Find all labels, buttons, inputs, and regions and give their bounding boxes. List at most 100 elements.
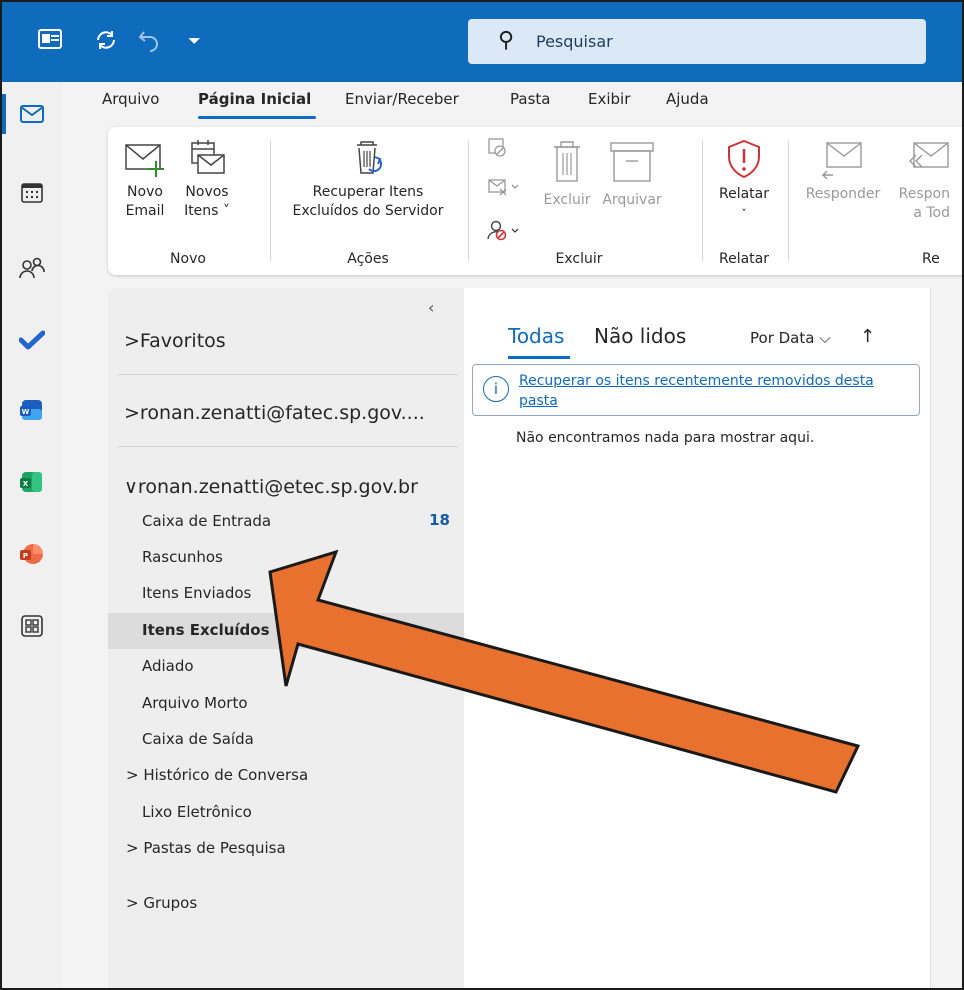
favorites-node[interactable]: >Favoritos (124, 330, 226, 352)
clean-up-button[interactable] (484, 177, 524, 205)
new-items-icon (191, 140, 225, 174)
folder-label: > Histórico de Conversa (126, 766, 308, 784)
tab-pasta[interactable]: Pasta (510, 90, 550, 108)
chevron-right-icon: > (126, 894, 144, 912)
folder-itens-excluidos[interactable]: Itens Excluídos (108, 613, 464, 649)
new-items-label-2: Itens ˅ (184, 203, 230, 219)
apps-icon (21, 615, 43, 637)
calendar-nav[interactable] (2, 172, 62, 212)
excel-icon: X (20, 472, 42, 492)
folder-label: Itens Excluídos (142, 621, 270, 639)
active-tab-underline (198, 116, 316, 119)
excel-nav[interactable]: X (2, 462, 62, 502)
folder-label: Arquivo Morto (142, 694, 248, 712)
account-fatec-node[interactable]: >ronan.zenatti@fatec.sp.gov.... (124, 402, 425, 424)
apps-nav[interactable] (2, 606, 62, 646)
block-sender-button[interactable] (484, 219, 524, 247)
folder-caixa-de-entrada[interactable]: Caixa de Entrada 18 (108, 504, 464, 540)
group-novo-label: Novo (170, 251, 206, 267)
chevron-right-icon: > (124, 402, 140, 424)
sort-by-date-button[interactable]: Por Data ⌵ (750, 329, 831, 347)
recover-icon (357, 141, 383, 174)
report-shield-icon (728, 139, 760, 179)
delete-label: Excluir (543, 192, 591, 208)
title-bar: ⏷ ⚲ Pesquisar (2, 2, 962, 82)
tab-exibir[interactable]: Exibir (588, 90, 630, 108)
new-email-label-2: Email (125, 203, 165, 219)
ignore-icon (488, 138, 506, 157)
sort-direction-icon[interactable]: ↑ (860, 326, 875, 347)
search-input[interactable]: Pesquisar (536, 32, 613, 51)
folder-caixa-de-saida[interactable]: Caixa de Saída (108, 722, 464, 758)
new-email-label-1: Novo (127, 184, 163, 200)
customize-icon[interactable]: ⏷ (188, 28, 201, 54)
archive-icon (610, 142, 654, 182)
groups-label-text: Grupos (143, 894, 198, 912)
new-email-button[interactable]: Novo Email (120, 139, 170, 221)
recover-deleted-button[interactable]: Recuperar Itens Excluídos do Servidor (276, 139, 460, 221)
reply-label: Responder (805, 186, 881, 202)
recover-label-2: Excluídos do Servidor (292, 203, 444, 219)
ignore-button[interactable] (484, 137, 512, 165)
sort-label: Por Data (750, 329, 815, 347)
group-excluir-label: Excluir (555, 251, 603, 267)
reply-all-label-1: Respon (898, 186, 950, 202)
powerpoint-nav[interactable]: P (2, 534, 62, 574)
tab-ajuda[interactable]: Ajuda (666, 90, 709, 108)
trash-icon (554, 141, 580, 182)
people-nav[interactable] (2, 248, 62, 288)
reading-pane (930, 288, 962, 988)
ribbon: Novo Email Novos Itens ˅ Novo Recuperar … (108, 127, 962, 275)
ribbon-separator (270, 141, 271, 261)
reply-all-button[interactable]: Respon a Tod (890, 139, 950, 223)
account-etec-node[interactable]: ∨ronan.zenatti@etec.sp.gov.br (124, 476, 418, 498)
report-dropdown-icon[interactable]: ˅ (712, 204, 776, 223)
chevron-right-icon: > (124, 330, 140, 352)
folder-rascunhos[interactable]: Rascunhos (108, 540, 464, 576)
chevron-down-icon: ⌵ (819, 329, 831, 347)
folder-pastas-de-pesquisa[interactable]: > Pastas de Pesquisa (108, 831, 464, 867)
divider (118, 374, 458, 375)
word-nav[interactable]: W (2, 390, 62, 430)
reply-all-label-2: a Tod (913, 205, 950, 221)
folder-lixo-eletronico[interactable]: Lixo Eletrônico (108, 795, 464, 831)
mail-nav[interactable] (2, 94, 62, 134)
info-icon: i (483, 376, 509, 402)
collapse-pane-icon[interactable]: ‹ (428, 298, 434, 317)
folder-historico-de-conversa[interactable]: > Histórico de Conversa (108, 758, 464, 794)
archive-button[interactable]: Arquivar (596, 139, 668, 210)
svg-text:X: X (23, 480, 29, 488)
groups-node[interactable]: > Grupos (108, 886, 464, 922)
report-button[interactable]: Relatar ˅ (712, 139, 776, 223)
folder-label: Lixo Eletrônico (142, 803, 252, 821)
search-box[interactable]: ⚲ Pesquisar (468, 19, 926, 64)
folder-label: Caixa de Entrada (142, 512, 272, 530)
folder-arquivo-morto[interactable]: Arquivo Morto (108, 686, 464, 722)
recover-recent-link[interactable]: Recuperar os itens recentemente removido… (519, 371, 909, 411)
sync-icon[interactable] (94, 28, 118, 59)
folder-itens-enviados[interactable]: Itens Enviados (108, 576, 464, 612)
word-icon: W (20, 400, 42, 420)
tab-arquivo[interactable]: Arquivo (102, 90, 159, 108)
empty-state-text: Não encontramos nada para mostrar aqui. (516, 430, 815, 446)
powerpoint-icon: P (20, 544, 43, 564)
group-acoes-label: Ações (347, 251, 389, 267)
folder-adiado[interactable]: Adiado (108, 649, 464, 685)
tab-todas[interactable]: Todas (508, 324, 564, 348)
tab-pagina-inicial[interactable]: Página Inicial (198, 90, 311, 108)
active-indicator (2, 94, 6, 134)
todo-nav[interactable] (2, 320, 62, 360)
reply-icon (821, 142, 862, 180)
tab-nao-lidos[interactable]: Não lidos (594, 324, 686, 348)
search-icon: ⚲ (498, 28, 515, 53)
unread-count-badge: 18 (429, 511, 450, 529)
tab-enviar-receber[interactable]: Enviar/Receber (345, 90, 459, 108)
new-items-button[interactable]: Novos Itens ˅ (178, 139, 236, 221)
archive-label: Arquivar (602, 192, 662, 208)
reply-button[interactable]: Responder (798, 139, 888, 204)
people-icon (19, 257, 45, 279)
delete-button[interactable]: Excluir (540, 139, 594, 210)
message-list: Todas Não lidos Por Data ⌵ ↑ i Recuperar… (464, 288, 930, 988)
undo-icon[interactable] (138, 28, 160, 59)
recover-info-bar: i Recuperar os itens recentemente removi… (472, 364, 920, 416)
